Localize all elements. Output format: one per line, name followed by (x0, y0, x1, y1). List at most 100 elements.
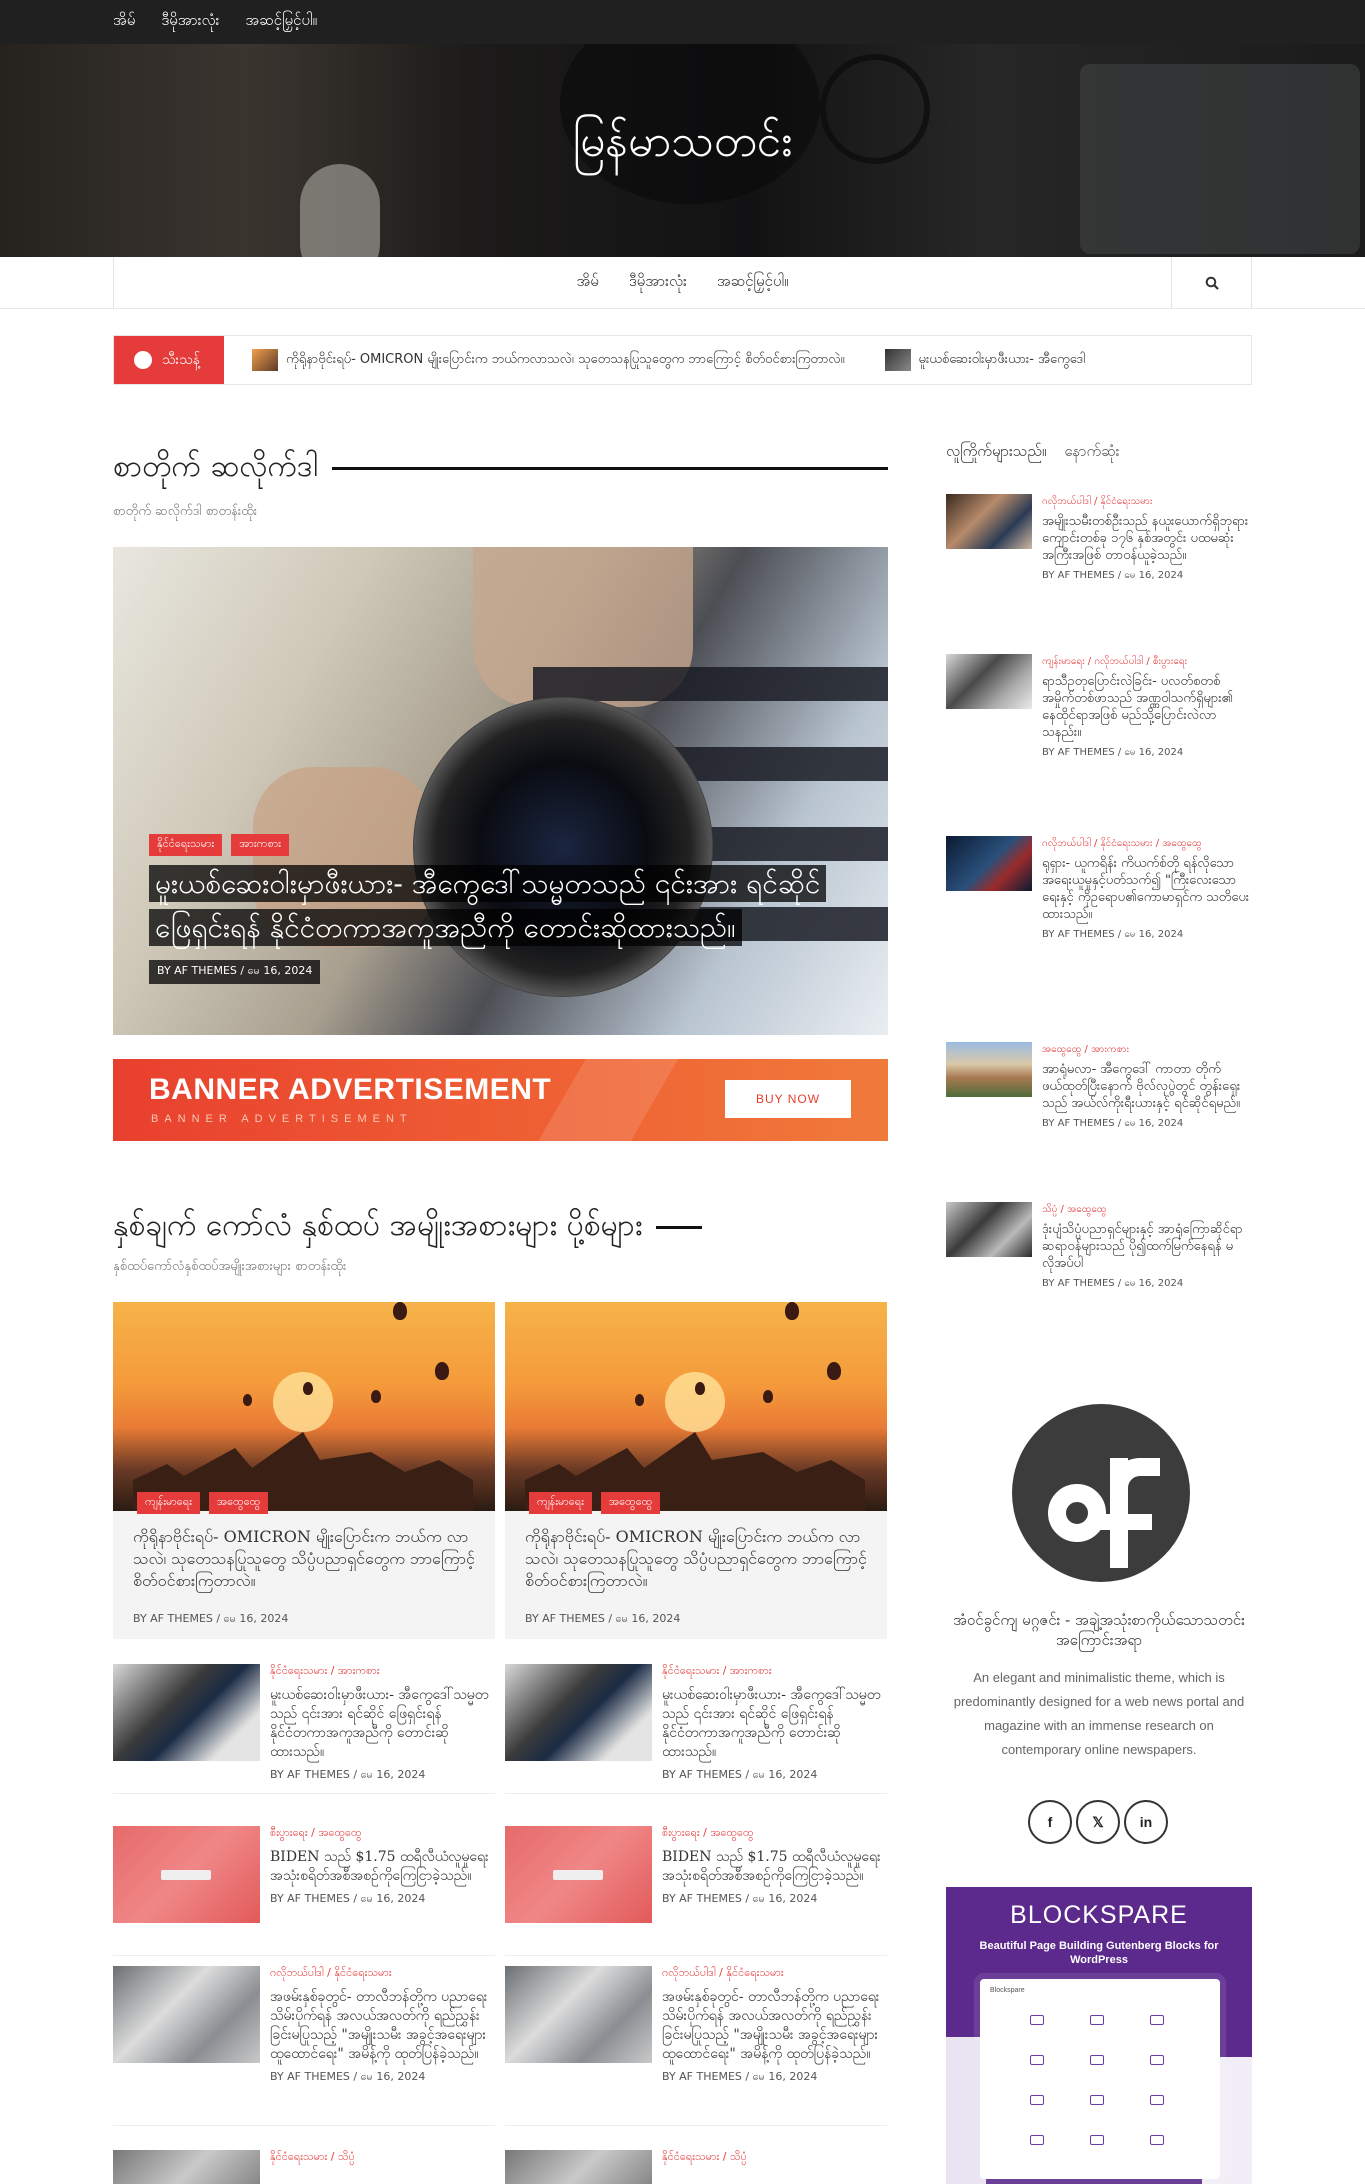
site-logo[interactable] (1012, 1404, 1190, 1582)
sidebar-post-title[interactable]: ရုရှား- ယူကရိန်း ကိယက်စ်တို ရန်လိုသော အရ… (1042, 855, 1252, 923)
sidebar-post-thumbnail[interactable] (946, 1042, 1032, 1097)
tab-popular[interactable]: လူကြိုက်များသည်။ (946, 442, 1046, 464)
top-nav: အိမ် ဒီမိုအားလုံး အဆင့်မြှင့်ပါ။ (113, 0, 317, 44)
main-nav-demos[interactable]: ဒီမိုအားလုံး (629, 272, 687, 294)
post-date: မေ 16, 2024 (223, 1612, 289, 1625)
sidebar-post-thumbnail[interactable] (946, 836, 1032, 891)
list-item-categories[interactable]: ဂလိုဘယ်ပါဒါ / နိုင်ငံရေးသမား (270, 1966, 495, 1982)
list-item[interactable]: နိုင်ငံရေးသမား / အားကစား မူးယစ်ဆေးဝါးမှာ… (505, 1664, 887, 1794)
sidebar-post-categories[interactable]: ဂလိုဘယ်ပါဒါ / နိုင်ငံရေးသမား / အထွေထွေ (1042, 836, 1252, 851)
post-author[interactable]: BY AF THEMES (662, 1768, 742, 1781)
top-nav-home[interactable]: အိမ် (113, 11, 135, 33)
post-author[interactable]: BY AF THEMES (1042, 570, 1115, 581)
list-item[interactable]: စီးပွားရေး / အထွေထွေ BIDEN သည် $1.75 ထရီ… (505, 1826, 887, 1956)
featured-slide[interactable]: နိုင်ငံရေးသမား အားကစား မူးယစ်ဆေးဝါးမှာဖီ… (113, 547, 888, 1035)
list-item[interactable]: နိုင်ငံရေးသမား / သိပ္ပံ (113, 2150, 495, 2184)
post-author[interactable]: BY AF THEMES (662, 1892, 742, 1905)
post-author[interactable]: BY AF THEMES (1042, 747, 1115, 758)
list-item-categories[interactable]: နိုင်ငံရေးသမား / သိပ္ပံ (662, 2150, 887, 2166)
list-item-title[interactable]: မူးယစ်ဆေးဝါးမှာဖီးယား- အီကွေဒေါ်သမ္မတသည်… (270, 1686, 495, 1762)
list-item-thumbnail[interactable] (113, 2150, 260, 2184)
list-item-title[interactable]: မူးယစ်ဆေးဝါးမှာဖီးယား- အီကွေဒေါ်သမ္မတသည်… (662, 1686, 887, 1762)
list-item[interactable]: ဂလိုဘယ်ပါဒါ / နိုင်ငံရေးသမား အဖမ်းနှစ်ခု… (505, 1966, 887, 2126)
sidebar-post-thumbnail[interactable] (946, 1202, 1032, 1257)
tab-latest[interactable]: နောက်ဆုံး (1064, 442, 1119, 464)
post-card[interactable]: ကျန်းမာရေး အထွေထွေ ကိုရိုနာဗိုင်းရပ်- OM… (505, 1302, 887, 1639)
about-description: An elegant and minimalistic theme, which… (953, 1670, 1245, 1757)
banner-advertisement[interactable]: BANNER ADVERTISEMENT BANNER ADVERTISEMEN… (113, 1059, 888, 1141)
x-twitter-icon[interactable]: 𝕏 (1076, 1800, 1120, 1844)
list-item[interactable]: စီးပွားရေး / အထွေထွေ BIDEN သည် $1.75 ထရီ… (113, 1826, 495, 1956)
category-badge[interactable]: အထွေထွေ (208, 1492, 269, 1514)
linkedin-icon[interactable]: in (1124, 1800, 1168, 1844)
list-item-categories[interactable]: နိုင်ငံရေးသမား / အားကစား (270, 1664, 495, 1680)
facebook-icon[interactable]: f (1028, 1800, 1072, 1844)
list-item-thumbnail[interactable] (505, 2150, 652, 2184)
list-item-title[interactable]: အဖမ်းနှစ်ခုတွင်- တာလီဘန်တို့က ပညာရေး သိမ… (270, 1988, 495, 2064)
search-button[interactable] (1171, 257, 1251, 309)
list-item-categories[interactable]: နိုင်ငံရေးသမား / အားကစား (662, 1664, 887, 1680)
post-card-categories: ကျန်းမာရေး အထွေထွေ (529, 1490, 664, 1514)
ticker-item[interactable]: ကိုရိုနာဗိုင်းရပ်- OMICRON မျိုးပြောင်းက… (252, 349, 845, 371)
post-card-image (505, 1302, 887, 1511)
sidebar-post-thumbnail[interactable] (946, 494, 1032, 549)
list-item-categories[interactable]: စီးပွားရေး / အထွေထွေ (270, 1826, 495, 1842)
post-card-title[interactable]: ကိုရိုနာဗိုင်းရပ်- OMICRON မျိုးပြောင်းက… (525, 1526, 870, 1592)
category-badge[interactable]: ကျန်းမာရေး (529, 1492, 592, 1514)
sidebar-post-title[interactable]: အမျိုးသမီးတစ်ဦးသည် နယူးယောက်ရှိဘုရားကျော… (1042, 513, 1252, 564)
image-balloon (635, 1394, 644, 1406)
sidebar-post-categories[interactable]: အထွေထွေ / အားကစား (1042, 1042, 1252, 1057)
post-author[interactable]: BY AF THEMES (1042, 929, 1115, 940)
post-author[interactable]: BY AF THEMES (1042, 1278, 1115, 1289)
sidebar-post-title[interactable]: အာရုံမလာ- အီကွေဒေါ် ကာတာ တိုက် ဖယ်ထုတ်ပြ… (1042, 1061, 1252, 1112)
post-author[interactable]: BY AF THEMES (270, 1892, 350, 1905)
category-badge[interactable]: အားကစား (231, 834, 289, 856)
site-title[interactable]: မြန်မာသတင်း (0, 114, 1365, 178)
list-item-title[interactable]: BIDEN သည် $1.75 ထရီလီယံလူမှုရေး အသုံးစရိ… (662, 1848, 887, 1886)
list-item-thumbnail[interactable] (505, 1826, 652, 1923)
category-badge[interactable]: နိုင်ငံရေးသမား (149, 834, 223, 856)
list-item-categories[interactable]: နိုင်ငံရေးသမား / သိပ္ပံ (270, 2150, 495, 2166)
post-card-title[interactable]: ကိုရိုနာဗိုင်းရပ်- OMICRON မျိုးပြောင်းက… (133, 1526, 478, 1592)
featured-title[interactable]: မူးယစ်ဆေးဝါးမှာဖီးယား- အီကွေဒေါ်သမ္မတသည်… (149, 862, 829, 950)
sidebar-post-title[interactable]: ဒုံးပျံသိပ္ပံပညာရှင်များနှင့် အာရုံကြောဆ… (1042, 1221, 1252, 1272)
post-author[interactable]: BY AF THEMES (133, 1612, 213, 1625)
ticker-item[interactable]: မူးယစ်ဆေးဝါးမှာဖီးယား- အီကွေဒေါ (884, 349, 1085, 371)
category-badge[interactable]: ကျန်းမာရေး (137, 1492, 200, 1514)
sidebar-post-thumbnail[interactable] (946, 654, 1032, 709)
list-item-thumbnail[interactable] (505, 1664, 652, 1761)
list-item[interactable]: နိုင်ငံရေးသမား / အားကစား မူးယစ်ဆေးဝါးမှာ… (113, 1664, 495, 1794)
block-icon (1150, 2135, 1164, 2145)
post-author[interactable]: BY AF THEMES (1042, 1118, 1115, 1129)
list-item-thumbnail[interactable] (113, 1826, 260, 1923)
main-nav-home[interactable]: အိမ် (576, 272, 598, 294)
block-icon (1030, 2055, 1044, 2065)
list-item[interactable]: နိုင်ငံရေးသမား / သိပ္ပံ (505, 2150, 887, 2184)
main-nav-upgrade[interactable]: အဆင့်မြှင့်ပါ။ (717, 272, 789, 294)
list-item-thumbnail[interactable] (113, 1966, 260, 2063)
post-author[interactable]: BY AF THEMES (270, 2070, 350, 2083)
buy-now-button[interactable]: BUY NOW (725, 1080, 851, 1118)
sidebar-post-categories[interactable]: သိပ္ပံ / အထွေထွေ (1042, 1202, 1252, 1217)
list-item-title[interactable]: BIDEN သည် $1.75 ထရီလီယံလူမှုရေး အသုံးစရိ… (270, 1848, 495, 1886)
sidebar-post-categories[interactable]: ကျန်းမာရေး / ဂလိုဘယ်ပါဒါ / စီးပွားရေး (1042, 654, 1252, 669)
post-author[interactable]: BY AF THEMES (525, 1612, 605, 1625)
post-author[interactable]: BY AF THEMES (662, 2070, 742, 2083)
top-nav-demos[interactable]: ဒီမိုအားလုံး (161, 11, 219, 33)
list-item-thumbnail[interactable] (505, 1966, 652, 2063)
sidebar-post-title[interactable]: ရာသီဥတုပြောင်းလဲခြင်း- ပလတ်စတစ်အမှိုက်တစ… (1042, 673, 1252, 741)
post-author[interactable]: BY AF THEMES (270, 1768, 350, 1781)
list-item-title[interactable]: အဖမ်းနှစ်ခုတွင်- တာလီဘန်တို့က ပညာရေး သိမ… (662, 1988, 887, 2064)
list-item-categories[interactable]: စီးပွားရေး / အထွေထွေ (662, 1826, 887, 1842)
post-date: မေ 16, 2024 (360, 1892, 426, 1905)
category-badge[interactable]: အထွေထွေ (600, 1492, 661, 1514)
top-nav-upgrade[interactable]: အဆင့်မြှင့်ပါ။ (245, 11, 317, 33)
list-item[interactable]: ဂလိုဘယ်ပါဒါ / နိုင်ငံရေးသမား အဖမ်းနှစ်ခု… (113, 1966, 495, 2126)
post-card[interactable]: ကျန်းမာရေး အထွေထွေ ကိုရိုနာဗိုင်းရပ်- OM… (113, 1302, 495, 1639)
list-item-categories[interactable]: ဂလိုဘယ်ပါဒါ / နိုင်ငံရေးသမား (662, 1966, 887, 1982)
list-item-thumbnail[interactable] (113, 1664, 260, 1761)
post-author[interactable]: BY AF THEMES (157, 964, 237, 977)
sidebar-advertisement[interactable]: BLOCKSPARE Beautiful Page Building Guten… (946, 1887, 1252, 2184)
section-rule (656, 1226, 703, 1229)
sidebar-post-categories[interactable]: ဂလိုဘယ်ပါဒါ / နိုင်ငံရေးသမား (1042, 494, 1252, 509)
